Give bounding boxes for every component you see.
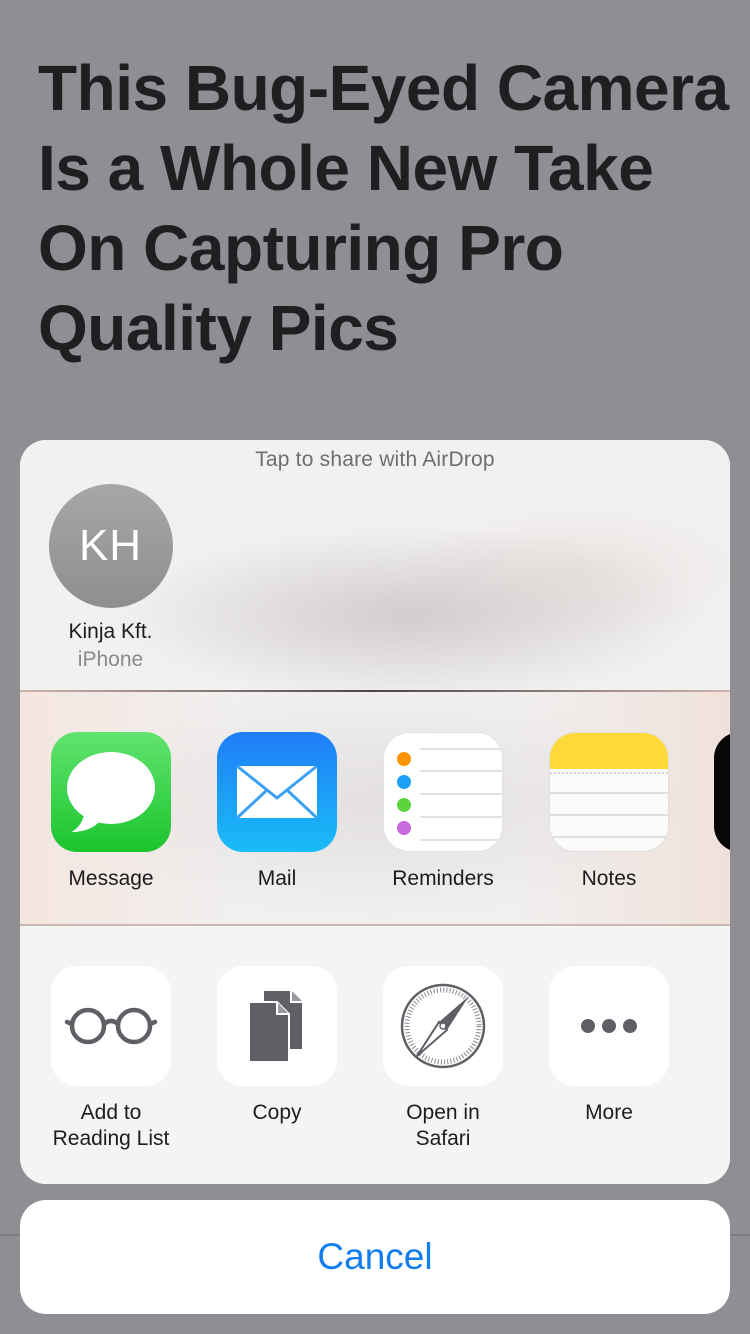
action-label: Copy — [252, 1101, 302, 1124]
share-sheet: Tap to share with AirDrop KH Kinja Kft. … — [20, 440, 730, 1184]
airdrop-section: Tap to share with AirDrop KH Kinja Kft. … — [20, 440, 730, 691]
more-dots-icon[interactable] — [549, 966, 669, 1086]
share-app-reminders[interactable]: Reminders — [360, 732, 526, 892]
copy-documents-icon[interactable] — [217, 966, 337, 1086]
share-app-label: Mail — [257, 867, 297, 890]
share-apps-row: Message Mail Reminders Notes — [20, 692, 730, 924]
share-app-notes[interactable]: Notes — [526, 732, 692, 892]
action-copy[interactable]: Copy — [194, 966, 360, 1126]
article-title: This Bug-Eyed Camera Is a Whole New Take… — [38, 52, 729, 364]
contact-device: iPhone — [77, 648, 144, 671]
action-open-in-safari[interactable]: Open in Safari — [360, 966, 526, 1152]
contact-name: Kinja Kft. — [68, 620, 153, 643]
action-add-to-reading-list[interactable]: Add to Reading List — [28, 966, 194, 1152]
reminders-icon[interactable] — [383, 732, 503, 852]
share-app-label: Reminders — [392, 867, 494, 890]
share-app-label: Message — [68, 867, 154, 890]
share-app-partial-icon[interactable] — [714, 732, 730, 852]
avatar[interactable]: KH — [48, 484, 173, 608]
cancel-button[interactable]: Cancel — [20, 1200, 730, 1314]
actions-row: Add to Reading List Copy Open in Safari … — [20, 926, 730, 1184]
action-label: More — [585, 1101, 633, 1124]
airdrop-hint: Tap to share with AirDrop — [255, 448, 495, 471]
glasses-icon[interactable] — [51, 966, 171, 1086]
airdrop-contact[interactable]: KH Kinja Kft. iPhone — [38, 484, 183, 672]
envelope-icon[interactable] — [217, 732, 337, 852]
share-app-message[interactable]: Message — [28, 732, 194, 892]
share-app-label: Notes — [581, 867, 637, 890]
action-more[interactable]: More — [526, 966, 692, 1126]
action-label: Add to Reading List — [52, 1101, 170, 1150]
action-label: Open in Safari — [406, 1101, 480, 1150]
message-bubble-icon[interactable] — [51, 732, 171, 852]
notes-icon[interactable] — [549, 732, 669, 852]
share-app-mail[interactable]: Mail — [194, 732, 360, 892]
compass-icon[interactable] — [383, 966, 503, 1086]
